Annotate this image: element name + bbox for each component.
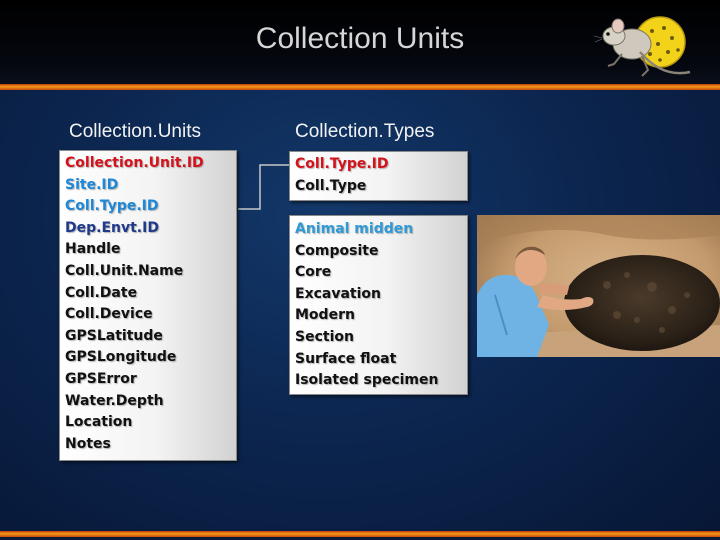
- midden-photo: [477, 215, 720, 357]
- field-gps-latitude: GPSLatitude: [65, 327, 163, 344]
- value-surface-float: Surface float: [295, 350, 397, 367]
- value-core: Core: [295, 264, 332, 281]
- field-collection-unit-id: Collection.Unit.ID: [65, 155, 204, 171]
- collection-units-table: Collection.Unit.ID Site.ID Coll.Type.ID …: [59, 150, 237, 461]
- field-dep-envt-id: Dep.Envt.ID: [65, 219, 159, 236]
- value-isolated-specimen: Isolated specimen: [295, 372, 439, 389]
- collection-type-values-table: Animal midden Composite Core Excavation …: [289, 215, 468, 395]
- field-coll-type-id: Coll.Type.ID: [65, 198, 159, 215]
- field-coll-date: Coll.Date: [65, 284, 138, 301]
- collection-units-header: Collection.Units: [69, 121, 201, 142]
- field-handle: Handle: [65, 241, 121, 258]
- field-coll-unit-name: Coll.Unit.Name: [65, 262, 184, 279]
- field-coll-device: Coll.Device: [65, 306, 153, 323]
- field-gps-error: GPSError: [65, 370, 137, 387]
- collection-types-header: Collection.Types: [295, 121, 435, 142]
- field-gps-longitude: GPSLongitude: [65, 349, 177, 366]
- field-site-id: Site.ID: [65, 176, 119, 193]
- field-coll-type-id-pk: Coll.Type.ID: [295, 156, 389, 172]
- field-notes: Notes: [65, 435, 111, 452]
- field-location: Location: [65, 414, 133, 431]
- field-coll-type: Coll.Type: [295, 177, 367, 194]
- collection-types-table: Coll.Type.ID Coll.Type: [289, 151, 468, 201]
- value-animal-midden: Animal midden: [295, 221, 414, 237]
- value-composite: Composite: [295, 242, 379, 259]
- field-water-depth: Water.Depth: [65, 392, 164, 409]
- coll-type-id-connector: [238, 164, 289, 210]
- value-section: Section: [295, 328, 354, 345]
- value-modern: Modern: [295, 307, 355, 324]
- value-excavation: Excavation: [295, 285, 381, 302]
